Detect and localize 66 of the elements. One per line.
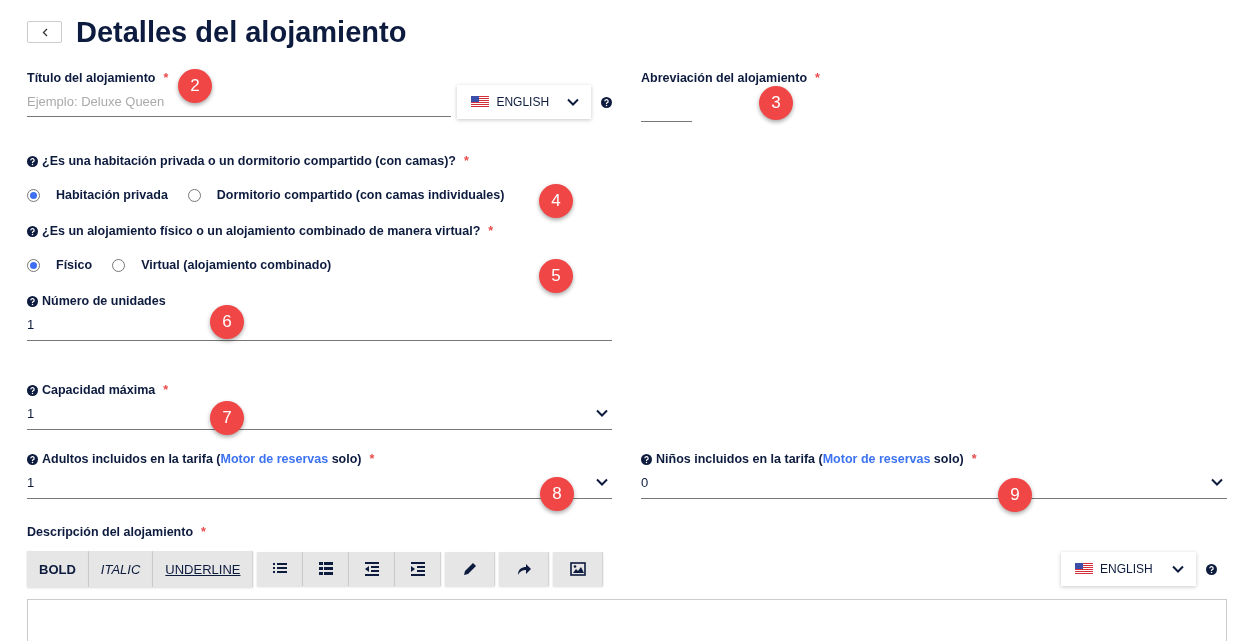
required-mark: *	[815, 71, 820, 85]
field-label: Adultos incluidos en la tarifa (Motor de reservas solo)	[42, 452, 362, 466]
chevron-down-icon	[596, 409, 608, 417]
reservation-engine-link[interactable]: Motor de reservas	[822, 452, 931, 466]
flag-icon	[1075, 563, 1093, 575]
required-mark: *	[488, 224, 494, 238]
field-label: Título del alojamiento	[27, 71, 156, 85]
chevron-down-icon	[1211, 478, 1223, 486]
format-button[interactable]: ITALIC	[88, 551, 154, 587]
required-mark: *	[369, 452, 375, 466]
annotation-badge: 6	[210, 305, 244, 339]
annotation-badge: 2	[178, 69, 212, 103]
help-icon[interactable]	[27, 225, 38, 237]
redo-arrow-icon	[515, 561, 532, 577]
language-select[interactable]: ENGLISH	[1061, 552, 1196, 586]
help-icon[interactable]	[27, 384, 38, 396]
image-icon	[569, 561, 586, 577]
required-mark: *	[201, 525, 206, 539]
field-label: Abreviación del alojamiento	[641, 71, 807, 85]
chevron-down-icon	[596, 478, 608, 486]
radio-option[interactable]: Dormitorio compartido (con camas individuales)	[187, 188, 505, 202]
chevron-left-icon	[41, 27, 48, 37]
help-icon[interactable]	[27, 155, 38, 167]
help-icon[interactable]	[601, 96, 612, 108]
flag-icon	[471, 96, 490, 108]
format-button[interactable]: BOLD	[27, 551, 89, 587]
toolbar-button[interactable]	[349, 552, 396, 586]
pencil-icon	[461, 561, 478, 577]
chevron-down-icon	[1172, 565, 1184, 573]
toolbar-button[interactable]	[445, 552, 496, 586]
indent-icon	[409, 561, 426, 577]
annotation-badge: 5	[539, 259, 573, 293]
chevron-down-icon	[567, 98, 579, 106]
toolbar-button[interactable]	[395, 552, 442, 586]
required-mark: *	[163, 71, 169, 85]
field-label: Niños incluidos en la tarifa (Motor de reservas solo)	[656, 452, 964, 466]
page-title: Detalles del alojamiento	[76, 15, 407, 49]
radio-option[interactable]: Virtual (alojamiento combinado)	[112, 258, 332, 272]
annotation-badge: 9	[998, 478, 1032, 512]
annotation-badge: 8	[540, 477, 574, 511]
radio-option[interactable]: Habitación privada	[27, 188, 168, 202]
toolbar-button[interactable]	[303, 552, 350, 586]
field-label: Capacidad máxima	[42, 383, 156, 397]
annotation-badge: 7	[210, 401, 244, 435]
annotation-badge: 4	[539, 184, 573, 218]
toolbar-button[interactable]	[499, 552, 550, 586]
radio-option[interactable]: Físico	[27, 258, 93, 272]
field-label: ¿Es un alojamiento físico o un alojamiento combinado de manera virtual?	[42, 224, 481, 238]
list-icon	[317, 561, 334, 577]
field-label: Descripción del alojamiento	[27, 525, 193, 539]
required-mark: *	[971, 452, 977, 466]
format-button[interactable]: UNDERLINE	[153, 551, 254, 587]
annotation-badge: 3	[759, 86, 793, 120]
help-icon[interactable]	[1206, 563, 1217, 575]
reservation-engine-link[interactable]: Motor de reservas	[220, 452, 329, 466]
field-label: ¿Es una habitación privada o un dormitorio compartido (con camas)?	[42, 154, 456, 168]
field-label: Número de unidades	[42, 294, 166, 308]
required-mark: *	[163, 383, 169, 397]
help-icon[interactable]	[27, 295, 38, 307]
required-mark: *	[463, 154, 469, 168]
outdent-icon	[363, 561, 380, 577]
help-icon[interactable]	[27, 453, 38, 465]
help-icon[interactable]	[641, 453, 652, 465]
toolbar-button[interactable]	[257, 552, 304, 586]
toolbar-button[interactable]	[553, 552, 604, 586]
language-select[interactable]: ENGLISH	[457, 85, 591, 119]
